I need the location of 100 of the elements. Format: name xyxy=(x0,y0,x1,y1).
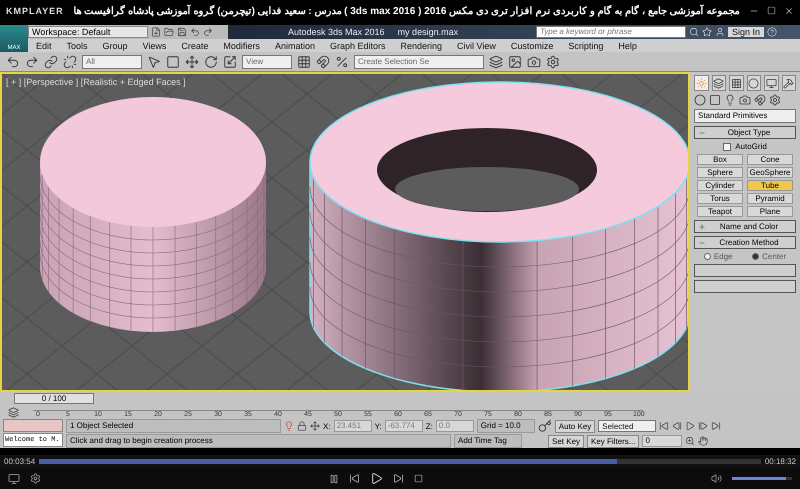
next-icon[interactable] xyxy=(393,473,404,484)
previous-frame-icon[interactable] xyxy=(672,421,682,431)
primitive-button[interactable]: Teapot xyxy=(697,206,743,217)
layers-icon[interactable] xyxy=(489,54,503,68)
region-icon[interactable] xyxy=(166,54,180,68)
previous-icon[interactable] xyxy=(349,473,360,484)
creation-method-radio[interactable]: Center xyxy=(752,252,786,261)
go-to-end-icon[interactable] xyxy=(711,421,722,431)
menu-item[interactable]: Edit xyxy=(36,40,52,50)
scale-icon[interactable] xyxy=(223,54,237,68)
named-selection-field[interactable]: Create Selection Se xyxy=(354,54,484,68)
settings-icon[interactable] xyxy=(30,473,41,484)
select-icon[interactable] xyxy=(147,54,161,68)
expand-icon[interactable] xyxy=(698,222,706,230)
unlink-icon[interactable] xyxy=(63,54,77,68)
help-icon[interactable] xyxy=(767,27,777,37)
modify-tab[interactable] xyxy=(712,75,726,91)
light-icon[interactable] xyxy=(724,94,736,106)
user-icon[interactable] xyxy=(714,27,725,37)
render-setup-icon[interactable] xyxy=(546,54,560,68)
new-file-icon[interactable] xyxy=(151,27,161,37)
primitive-button[interactable]: Torus xyxy=(697,193,743,204)
primitive-button[interactable]: GeoSphere xyxy=(747,167,793,178)
listener-field[interactable] xyxy=(3,419,63,432)
camera-icon[interactable] xyxy=(739,94,751,106)
pan-icon[interactable] xyxy=(698,436,708,446)
render-icon[interactable] xyxy=(527,54,541,68)
percent-snap-icon[interactable] xyxy=(335,54,349,68)
render-frame-icon[interactable] xyxy=(508,54,522,68)
play-icon[interactable] xyxy=(685,421,696,431)
menu-item[interactable]: Rendering xyxy=(400,40,442,50)
primitive-button[interactable]: Tube xyxy=(747,180,793,191)
rollout-header[interactable]: Name and Color xyxy=(694,220,796,233)
reference-system-dropdown[interactable]: View xyxy=(242,54,292,68)
frame-field[interactable]: 0 xyxy=(642,435,682,447)
star-icon[interactable] xyxy=(702,27,712,37)
redo-icon[interactable] xyxy=(203,27,213,37)
radio-dot[interactable] xyxy=(704,253,711,260)
primitive-button[interactable]: Cylinder xyxy=(697,180,743,191)
menu-item[interactable]: Create xyxy=(181,40,208,50)
undo-icon[interactable] xyxy=(6,54,20,68)
primitive-button[interactable]: Plane xyxy=(747,206,793,217)
menu-item[interactable]: Scripting xyxy=(568,40,604,50)
snap-icon[interactable] xyxy=(316,54,330,68)
search-field[interactable]: Type a keyword or phrase xyxy=(536,26,686,38)
primitive-button[interactable]: Cone xyxy=(747,154,793,165)
stop-icon[interactable] xyxy=(414,474,423,483)
menu-item[interactable]: Modifiers xyxy=(223,40,260,50)
next-frame-icon[interactable] xyxy=(698,421,708,431)
undo-icon[interactable] xyxy=(190,27,200,37)
key-filters-button[interactable]: Key Filters... xyxy=(587,434,640,448)
menu-item[interactable]: Animation xyxy=(274,40,315,50)
radio-dot[interactable] xyxy=(752,253,760,260)
display-tab[interactable] xyxy=(764,75,778,91)
motion-tab[interactable] xyxy=(746,75,761,91)
rollout-header[interactable]: Creation Method xyxy=(694,236,796,249)
menu-item[interactable]: Tools xyxy=(66,40,88,50)
move-icon[interactable] xyxy=(185,54,199,68)
go-to-start-icon[interactable] xyxy=(659,421,670,431)
play-icon[interactable] xyxy=(370,472,383,485)
utilities-tab[interactable] xyxy=(782,75,796,91)
search-icon[interactable] xyxy=(688,27,699,37)
rollout-header[interactable] xyxy=(694,280,796,293)
maximize-icon[interactable] xyxy=(767,6,776,15)
category-dropdown[interactable]: Standard Primitives xyxy=(694,109,796,123)
close-icon[interactable] xyxy=(784,6,794,16)
sign-in-button[interactable]: Sign In xyxy=(728,27,764,37)
menu-item[interactable]: Civil View xyxy=(457,40,496,50)
rollout-header[interactable]: Object Type xyxy=(694,126,796,139)
menu-item[interactable]: Views xyxy=(142,40,166,50)
redo-icon[interactable] xyxy=(25,54,39,68)
folder-icon[interactable] xyxy=(164,27,174,37)
menu-item[interactable]: Graph Editors xyxy=(330,40,386,50)
hierarchy-tab[interactable] xyxy=(729,75,744,91)
link-icon[interactable] xyxy=(44,54,58,68)
video-title: مجموعه آموزشی جامع ، گام به گام و کاربردی نرم افزار تری دی مکس 2016 ( 3ds max 2016 ) مدرس : سعید فدایی (تیچرمن) گروه آموزشی پادشاه گرافیست ها xyxy=(72,5,740,17)
workspace-dropdown[interactable]: Workspace: Default xyxy=(28,26,148,38)
auto-key-button[interactable]: Auto Key xyxy=(554,420,596,432)
viewport-label[interactable]: [ + ] [Perspective ] [Realistic + Edged Faces ] xyxy=(6,77,186,87)
primitive-button[interactable]: Pyramid xyxy=(747,193,793,204)
menu-item[interactable]: Group xyxy=(102,40,128,50)
lock-icon[interactable] xyxy=(297,421,307,431)
add-time-tag[interactable]: Add Time Tag xyxy=(454,434,522,448)
primitive-button[interactable]: Box xyxy=(697,154,743,165)
save-icon[interactable] xyxy=(177,27,187,37)
rotate-icon[interactable] xyxy=(204,54,218,68)
frame-counter[interactable]: 0 / 100 xyxy=(14,392,94,404)
rollout-header[interactable] xyxy=(694,264,796,277)
set-key-button[interactable]: Set Key xyxy=(548,434,584,448)
selection-filter-dropdown[interactable]: All xyxy=(82,54,142,68)
key-icon[interactable] xyxy=(538,419,552,433)
screen-icon[interactable] xyxy=(8,472,20,484)
menu-item[interactable]: Help xyxy=(618,40,637,50)
menu-item[interactable]: Customize xyxy=(510,40,554,50)
key-mode-dropdown[interactable]: Selected xyxy=(598,420,656,432)
zoom-icon[interactable] xyxy=(685,436,696,446)
volume-icon[interactable] xyxy=(711,473,722,484)
autogrid-checkbox[interactable] xyxy=(723,142,732,150)
creation-method-radio[interactable]: Edge xyxy=(704,252,732,261)
primitive-button[interactable]: Sphere xyxy=(697,167,743,178)
